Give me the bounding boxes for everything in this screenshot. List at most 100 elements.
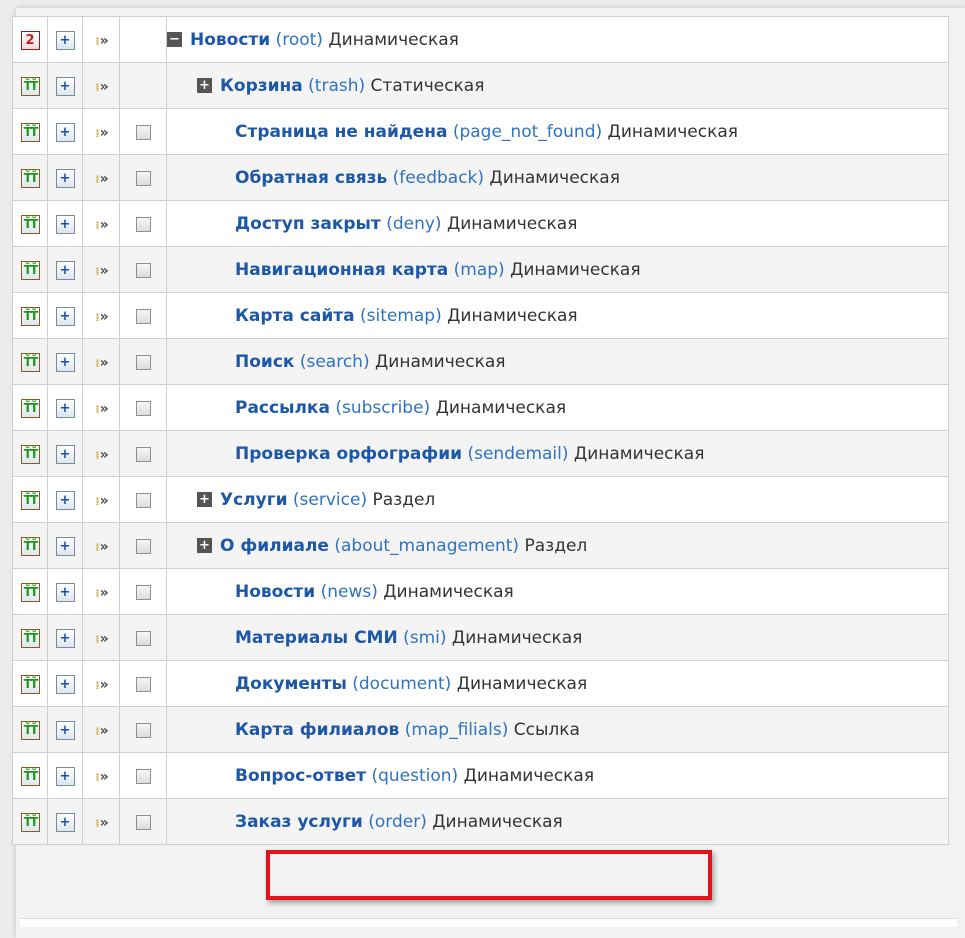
move-icon[interactable]: ⁞»: [95, 355, 108, 371]
row-select-checkbox[interactable]: [135, 815, 151, 830]
add-child-icon[interactable]: ŤŤ: [20, 444, 40, 464]
node-title-link[interactable]: Обратная связь: [235, 168, 387, 188]
move-icon[interactable]: ⁞»: [95, 171, 108, 187]
row-select-checkbox[interactable]: [135, 355, 151, 370]
tree-row: ŤŤ + ⁞» Проверка орфографии (sendemail) Дин…: [12, 430, 949, 477]
add-child-icon[interactable]: ŤŤ: [20, 720, 40, 740]
node-title-link[interactable]: Услуги: [220, 490, 288, 510]
move-icon[interactable]: ⁞»: [95, 631, 108, 647]
add-child-icon[interactable]: ŤŤ: [20, 398, 40, 418]
row-select-checkbox[interactable]: [135, 677, 151, 692]
add-sibling-icon[interactable]: +: [55, 260, 75, 280]
node-label: Заказ услуги (order) Динамическая: [235, 812, 563, 832]
node-title-link[interactable]: Заказ услуги: [235, 812, 363, 832]
row-select-checkbox[interactable]: [135, 493, 151, 508]
move-icon[interactable]: ⁞»: [95, 263, 108, 279]
add-child-icon[interactable]: ŤŤ: [20, 766, 40, 786]
add-sibling-icon[interactable]: +: [55, 490, 75, 510]
move-icon[interactable]: ⁞»: [95, 217, 108, 233]
tree-row: ŤŤ + ⁞» Карта сайта (sitemap) Динамическая: [12, 292, 949, 339]
node-title-link[interactable]: Проверка орфографии: [235, 444, 462, 464]
add-child-icon[interactable]: ŤŤ: [20, 214, 40, 234]
node-title-link[interactable]: Материалы СМИ: [235, 628, 398, 648]
node-title-link[interactable]: Поиск: [235, 352, 294, 372]
add-sibling-icon[interactable]: +: [55, 582, 75, 602]
move-icon[interactable]: ⁞»: [95, 676, 109, 693]
collapse-icon[interactable]: −: [167, 32, 182, 47]
row-select-checkbox[interactable]: [135, 769, 151, 784]
node-title-link[interactable]: Страница не найдена: [235, 122, 447, 142]
move-icon[interactable]: ⁞»: [95, 79, 108, 95]
add-sibling-icon[interactable]: +: [55, 628, 75, 648]
move-icon[interactable]: ⁞»: [95, 125, 108, 141]
node-title-link[interactable]: Навигационная карта: [235, 260, 448, 280]
expand-icon[interactable]: +: [197, 538, 212, 553]
add-child-icon[interactable]: ŤŤ: [20, 490, 40, 510]
row-select-checkbox[interactable]: [135, 539, 151, 554]
add-sibling-icon[interactable]: +: [55, 720, 75, 740]
row-select-checkbox[interactable]: [135, 217, 151, 232]
node-title-link[interactable]: Карта филиалов: [235, 720, 399, 740]
row-select-checkbox[interactable]: [135, 723, 151, 738]
node-title-link[interactable]: Карта сайта: [235, 306, 355, 326]
add-sibling-icon[interactable]: +: [55, 536, 75, 556]
add-child-icon[interactable]: ŤŤ: [20, 536, 40, 556]
add-child-icon[interactable]: ŤŤ: [20, 76, 40, 96]
expand-icon[interactable]: +: [197, 492, 212, 507]
row-select-checkbox[interactable]: [135, 125, 151, 140]
node-title-link[interactable]: Корзина: [220, 76, 303, 96]
move-icon[interactable]: ⁞»: [95, 723, 108, 739]
row-select-checkbox[interactable]: [135, 401, 151, 416]
move-icon[interactable]: ⁞»: [95, 769, 108, 785]
add-sibling-icon[interactable]: +: [55, 214, 75, 234]
node-slug: (document): [352, 673, 452, 694]
move-arrow-glyph: »: [99, 676, 109, 693]
add-sibling-icon[interactable]: +: [55, 444, 75, 464]
add-sibling-icon[interactable]: +: [55, 306, 75, 326]
move-icon[interactable]: ⁞»: [95, 401, 108, 417]
node-title-link[interactable]: Доступ закрыт: [235, 214, 381, 234]
add-sibling-icon[interactable]: +: [55, 398, 75, 418]
add-child-icon[interactable]: ŤŤ: [20, 674, 40, 694]
add-sibling-icon[interactable]: +: [55, 674, 75, 694]
expand-icon[interactable]: +: [197, 78, 212, 93]
move-icon[interactable]: ⁞»: [95, 585, 108, 601]
add-sibling-icon[interactable]: +: [55, 766, 75, 786]
row-select-checkbox[interactable]: [135, 447, 151, 462]
add-child-icon[interactable]: ŤŤ: [20, 260, 40, 280]
move-dots-icon: ⁞: [95, 632, 99, 646]
node-title-link[interactable]: Рассылка: [235, 398, 330, 418]
add-sibling-icon[interactable]: +: [55, 76, 75, 96]
row-select-checkbox[interactable]: [135, 263, 151, 278]
add-sibling-icon[interactable]: +: [55, 30, 75, 50]
move-icon[interactable]: ⁞»: [95, 33, 108, 49]
row-select-checkbox[interactable]: [135, 585, 151, 600]
add-child-icon[interactable]: ŤŤ: [20, 812, 40, 832]
move-icon[interactable]: ⁞»: [95, 493, 108, 509]
add-sibling-icon[interactable]: +: [55, 168, 75, 188]
node-title-link[interactable]: Новости: [190, 30, 270, 50]
node-title-link[interactable]: О филиале: [220, 536, 329, 556]
move-arrow-glyph: »: [99, 814, 109, 831]
move-icon[interactable]: ⁞»: [95, 814, 109, 831]
node-title-link[interactable]: Вопрос-ответ: [235, 766, 366, 786]
node-title-link[interactable]: Документы: [235, 674, 347, 694]
move-icon[interactable]: ⁞»: [95, 309, 108, 325]
move-icon[interactable]: ⁞»: [95, 447, 108, 463]
add-child-icon[interactable]: ŤŤ: [20, 168, 40, 188]
node-title-link[interactable]: Новости: [235, 582, 315, 602]
add-child-icon[interactable]: ŤŤ: [20, 306, 40, 326]
add-sibling-icon[interactable]: +: [55, 812, 75, 832]
move-icon[interactable]: ⁞»: [95, 539, 108, 555]
add-child-icon[interactable]: ŤŤ: [20, 122, 40, 142]
node-slug: (subscribe): [335, 397, 431, 418]
add-child-icon[interactable]: ŤŤ: [20, 352, 40, 372]
row-select-checkbox[interactable]: [135, 171, 151, 186]
add-child-icon[interactable]: ŤŤ: [20, 582, 40, 602]
refresh-icon[interactable]: 2: [20, 30, 40, 50]
row-select-checkbox[interactable]: [135, 631, 151, 646]
add-sibling-icon[interactable]: +: [55, 352, 75, 372]
add-child-icon[interactable]: ŤŤ: [20, 628, 40, 648]
row-select-checkbox[interactable]: [135, 309, 151, 324]
add-sibling-icon[interactable]: +: [55, 122, 75, 142]
